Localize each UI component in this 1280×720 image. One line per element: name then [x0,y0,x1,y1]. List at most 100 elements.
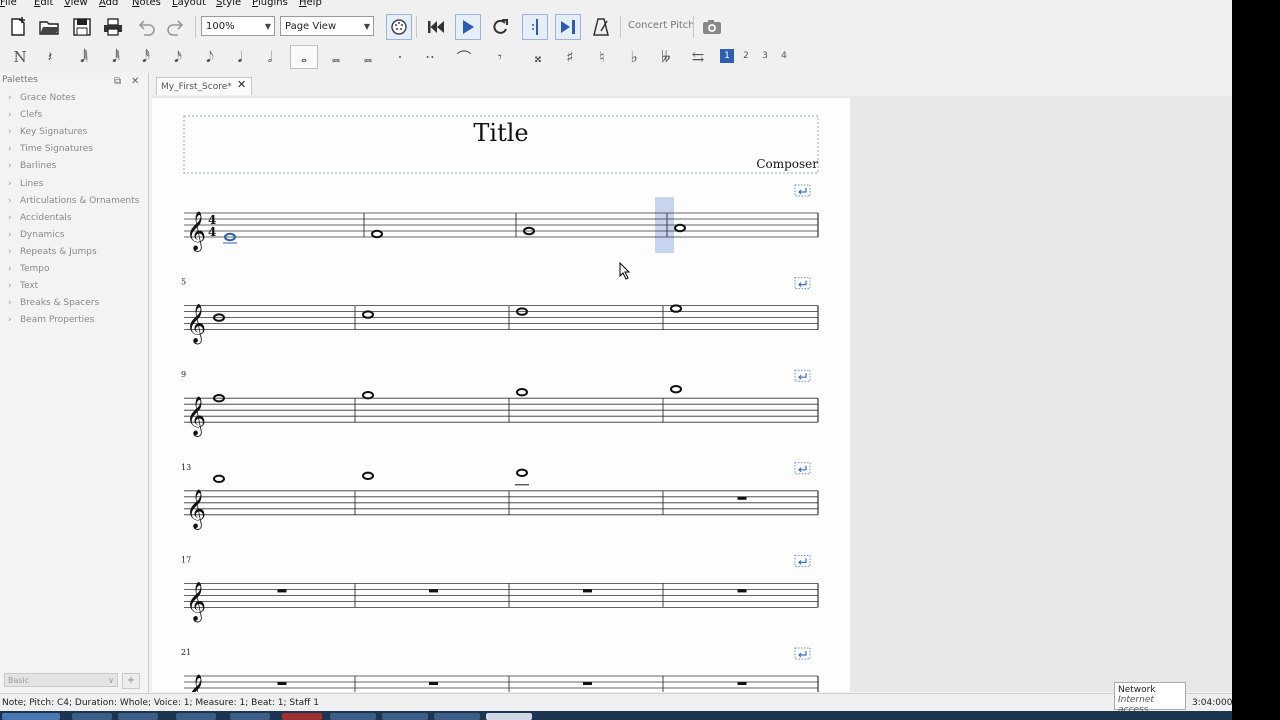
system-break-icon[interactable] [794,184,811,197]
palette-float-icon[interactable]: ⧉ [114,76,121,87]
taskbar-item[interactable] [72,713,112,720]
duration-quarter-button[interactable]: 𝅘𝅥 [226,45,254,69]
voice-2-button[interactable]: 2 [739,49,753,63]
taskbar-item[interactable] [230,713,270,720]
whole-note[interactable] [516,468,528,477]
palette-item-barlines[interactable]: › Barlines [8,161,56,171]
workspace-select[interactable]: Basic ∨ [4,673,118,687]
palette-item-time-signatures[interactable]: › Time Signatures [8,144,93,154]
time-signature-bottom[interactable]: 4 [208,225,216,239]
concert-pitch-toggle[interactable]: Concert Pitch [628,20,695,31]
whole-note[interactable] [674,223,686,233]
palette-item-tempo[interactable]: › Tempo [8,264,50,274]
palette-item-clefs[interactable]: › Clefs [8,110,42,120]
natural-button[interactable]: ♮ [588,45,616,69]
whole-note[interactable] [516,388,528,397]
close-icon[interactable]: ✕ [131,76,139,87]
score-page[interactable]: Title Composer 𝄞44𝄞5𝄞9𝄞13𝄞17𝄞21 [152,98,850,715]
treble-clef[interactable]: 𝄞 [186,396,206,437]
menu-view[interactable]: View [64,0,88,8]
whole-note[interactable] [362,391,374,400]
whole-note[interactable] [670,304,682,313]
palette-item-breaks-spacers[interactable]: › Breaks & Spacers [8,298,99,308]
menu-file[interactable]: File [0,0,17,8]
palette-item-lines[interactable]: › Lines [8,179,43,189]
voice-1-button[interactable]: 1 [720,49,734,63]
system-break-icon[interactable] [794,462,811,475]
duration-longa-button[interactable]: 𝅜 [354,45,382,69]
print-icon[interactable] [100,14,126,40]
open-icon[interactable] [36,14,62,40]
palette-item-grace-notes[interactable]: › Grace Notes [8,93,76,103]
duration-32nd-button[interactable]: 𝅘𝅥𝅱 [102,45,130,69]
taskbar-item-active[interactable] [486,713,532,720]
image-capture-icon[interactable] [699,14,725,40]
whole-note[interactable] [213,474,225,483]
loop-out-icon[interactable] [555,14,581,40]
whole-rest[interactable] [737,682,747,685]
menu-plugins[interactable]: Plugins [252,0,288,8]
double-flat-button[interactable]: 𝄫 [652,45,680,69]
midi-input-icon[interactable] [386,14,412,40]
voice-4-button[interactable]: 4 [777,49,791,63]
add-workspace-button[interactable]: + [122,673,140,689]
loop-icon[interactable] [487,14,513,40]
whole-note[interactable] [362,310,374,319]
whole-rest[interactable] [737,496,747,500]
whole-note[interactable] [670,385,682,394]
start-button[interactable] [2,713,60,720]
sharp-button[interactable]: ♯ [556,45,584,69]
system-break-icon[interactable] [794,369,811,382]
play-icon[interactable] [455,14,481,40]
whole-rest[interactable] [429,589,438,593]
menu-layout[interactable]: Layout [172,0,206,8]
taskbar-item[interactable] [382,713,428,720]
zoom-select[interactable]: 100% ▼ [201,16,275,36]
double-sharp-button[interactable]: 𝄪 [524,45,552,69]
duration-64th-button[interactable]: 𝅘𝅥𝅲 [70,45,98,69]
treble-clef[interactable]: 𝄞 [186,581,206,622]
menu-help[interactable]: Help [299,0,322,8]
menu-edit[interactable]: Edit [34,0,53,8]
whole-rest[interactable] [737,589,747,593]
system-break-icon[interactable] [794,277,811,290]
score-title[interactable]: Title [473,119,528,147]
score-composer[interactable]: Composer [756,157,818,171]
taskbar-item[interactable] [176,713,216,720]
palette-item-key-signatures[interactable]: › Key Signatures [8,127,87,137]
metronome-icon[interactable] [588,14,614,40]
whole-rest[interactable] [583,589,592,593]
taskbar-item[interactable] [330,713,376,720]
menu-add[interactable]: Add [99,0,118,8]
duration-breve-button[interactable]: 𝅜 [322,45,350,69]
taskbar-item[interactable] [282,713,322,720]
treble-clef[interactable]: 𝄞 [186,211,206,252]
menu-style[interactable]: Style [216,0,241,8]
loop-in-icon[interactable] [522,14,548,40]
flat-button[interactable]: ♭ [620,45,648,69]
palette-item-text[interactable]: › Text [8,281,38,291]
rewind-icon[interactable] [423,14,449,40]
treble-clef[interactable]: 𝄞 [186,674,206,715]
treble-clef[interactable]: 𝄞 [186,489,206,530]
save-icon[interactable] [69,14,95,40]
redo-icon[interactable] [163,14,189,40]
voice-3-button[interactable]: 3 [758,49,772,63]
rest-button[interactable]: 𝄽 [36,45,64,69]
score-canvas[interactable]: Title Composer 𝄞44𝄞5𝄞9𝄞13𝄞17𝄞21 [152,96,1232,715]
tie-button[interactable]: ⌒ [450,45,478,69]
note-input-mode-button[interactable]: N [6,45,34,69]
augmentation-dot-button[interactable]: · [386,45,414,69]
palette-item-repeats-jumps[interactable]: › Repeats & Jumps [8,247,97,257]
system-break-icon[interactable] [794,647,811,660]
taskbar-item[interactable] [118,713,158,720]
whole-rest[interactable] [583,682,592,685]
double-dot-button[interactable]: ·· [416,45,444,69]
duration-half-button[interactable]: 𝅗𝅥 [256,45,284,69]
duration-eighth-button[interactable]: 𝅘𝅥𝅯 [164,45,192,69]
palette-item-beam-properties[interactable]: › Beam Properties [8,315,94,325]
duration-whole-button[interactable]: 𝅝 [290,45,318,69]
undo-icon[interactable] [133,14,159,40]
rest-toggle-button[interactable]: 𝄾 [486,45,514,69]
menu-notes[interactable]: Notes [132,0,161,8]
